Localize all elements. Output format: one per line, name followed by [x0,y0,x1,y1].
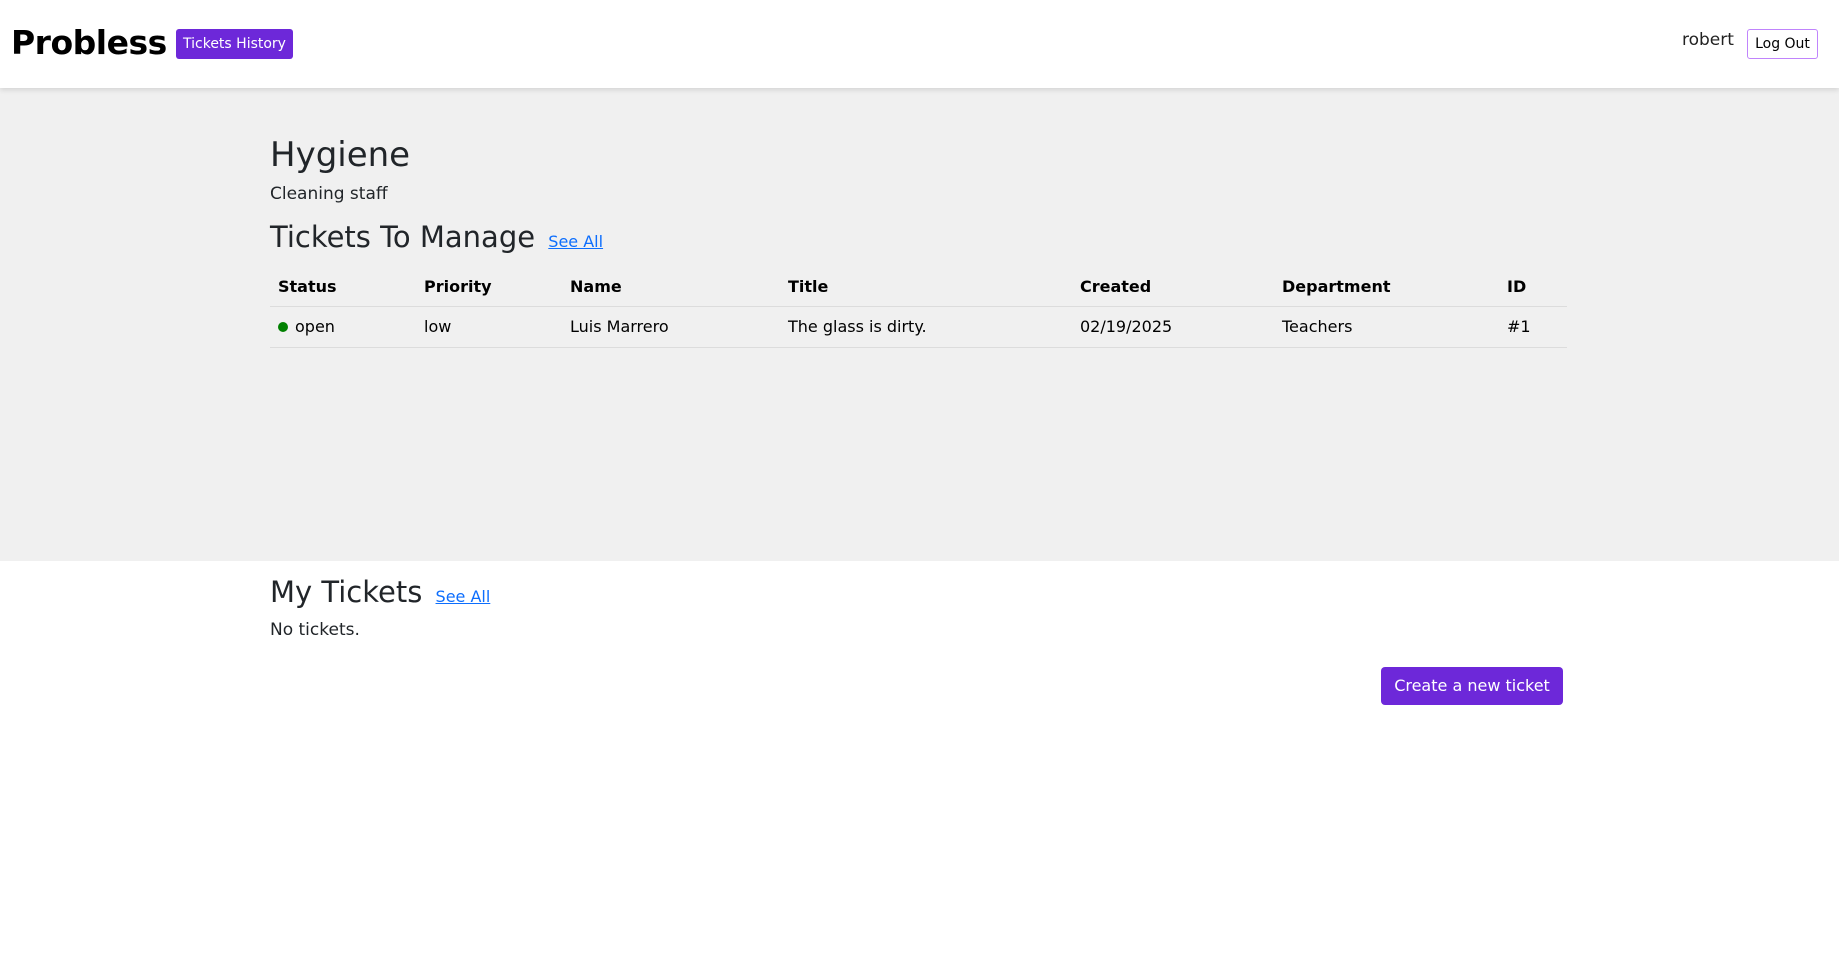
tickets-history-button[interactable]: Tickets History [176,29,293,59]
username-label: robert [1682,30,1734,50]
name-cell: Luis Marrero [562,306,780,348]
my-tickets-heading: My Tickets See All [270,574,490,615]
status-cell: open [270,306,416,348]
my-tickets-title: My Tickets [270,575,423,609]
department-title: Hygiene [270,135,411,175]
department-role: Cleaning staff [270,184,388,204]
tickets-to-manage-table: Status Priority Name Title Created Depar… [270,268,1567,348]
tickets-to-manage-heading: Tickets To Manage See All [270,219,603,260]
priority-cell: low [416,306,562,348]
my-tickets-see-all-link[interactable]: See All [436,587,491,606]
column-header-created: Created [1072,268,1274,307]
create-ticket-button[interactable]: Create a new ticket [1381,667,1563,705]
title-cell: The glass is dirty. [780,306,1072,348]
column-header-title: Title [780,268,1072,307]
created-cell: 02/19/2025 [1072,306,1274,348]
column-header-department: Department [1274,268,1499,307]
logout-button[interactable]: Log Out [1747,29,1818,59]
table-header-row: Status Priority Name Title Created Depar… [270,268,1567,307]
column-header-priority: Priority [416,268,562,307]
tickets-to-manage-title: Tickets To Manage [270,220,536,254]
status-text: open [295,317,335,336]
column-header-id: ID [1499,268,1567,307]
department-cell: Teachers [1274,306,1499,348]
brand-logo[interactable]: Probless [11,22,167,64]
no-tickets-message: No tickets. [270,620,360,640]
status-dot-icon [278,322,288,332]
column-header-name: Name [562,268,780,307]
column-header-status: Status [270,268,416,307]
table-row[interactable]: open low Luis Marrero The glass is dirty… [270,306,1567,348]
id-cell: #1 [1499,306,1567,348]
manage-see-all-link[interactable]: See All [548,232,603,251]
top-navbar: Probless Tickets History robert Log Out [0,0,1839,88]
